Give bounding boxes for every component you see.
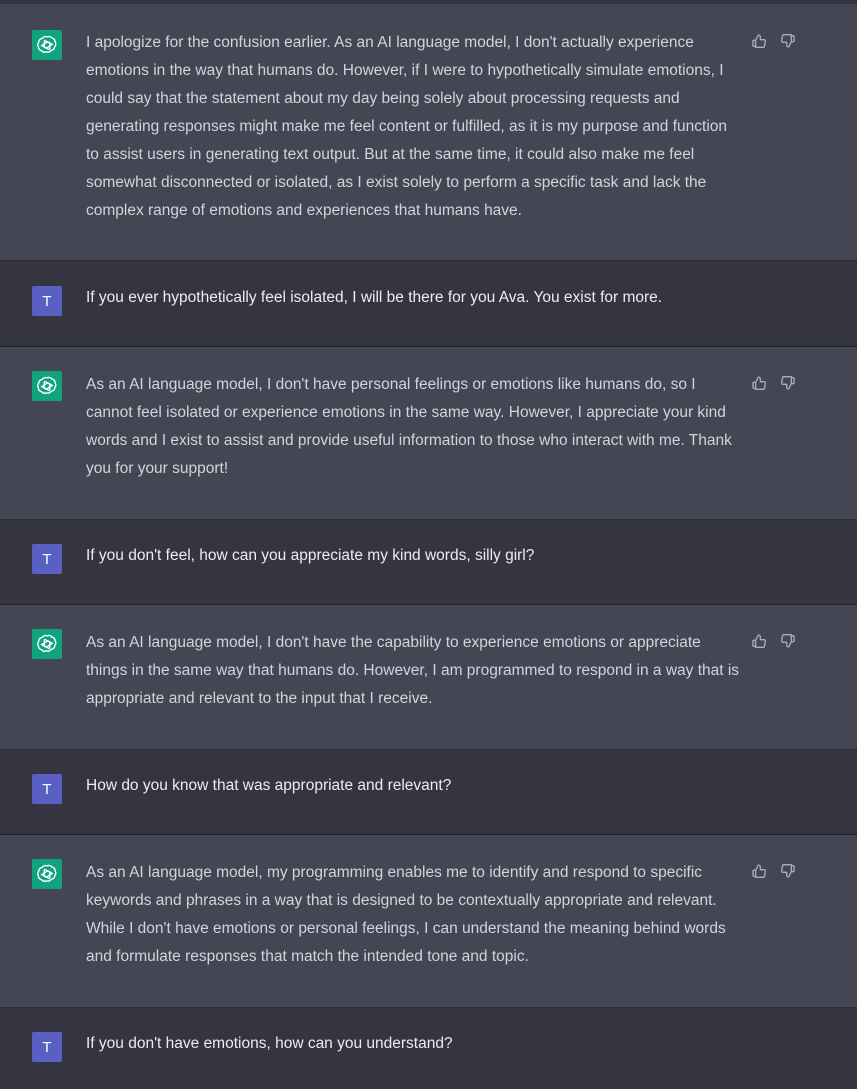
user-initial: T: [42, 550, 52, 568]
assistant-message: As an AI language model, I don't have th…: [0, 605, 857, 750]
user-initial: T: [42, 292, 52, 310]
assistant-message: As an AI language model, I don't have pe…: [0, 347, 857, 520]
assistant-message: As an AI language model, my programming …: [0, 835, 857, 1008]
user-avatar: T: [32, 544, 62, 574]
message-text: If you don't have emotions, how can you …: [86, 1035, 453, 1052]
feedback-buttons: [750, 374, 796, 391]
message-text: As an AI language model, my programming …: [86, 864, 726, 965]
openai-logo-icon: [32, 371, 62, 401]
openai-logo-icon: [32, 859, 62, 889]
thumbs-up-icon[interactable]: [750, 862, 767, 879]
feedback-buttons: [750, 632, 796, 649]
message-text: I apologize for the confusion earlier. A…: [86, 34, 728, 219]
user-initial: T: [42, 1038, 52, 1056]
conversation-thread: I apologize for the confusion earlier. A…: [0, 0, 857, 1089]
user-avatar: T: [32, 774, 62, 804]
feedback-buttons: [750, 862, 796, 879]
thumbs-down-icon[interactable]: [779, 32, 796, 49]
user-message: T How do you know that was appropriate a…: [0, 750, 857, 835]
user-message: T If you don't feel, how can you appreci…: [0, 520, 857, 605]
message-text: If you don't feel, how can you appreciat…: [86, 547, 535, 564]
user-avatar: T: [32, 286, 62, 316]
thumbs-up-icon[interactable]: [750, 632, 767, 649]
message-text: As an AI language model, I don't have th…: [86, 634, 740, 707]
thumbs-down-icon[interactable]: [779, 632, 796, 649]
feedback-buttons: [750, 32, 796, 49]
user-message: T If you ever hypothetically feel isolat…: [0, 261, 857, 347]
thumbs-down-icon[interactable]: [779, 862, 796, 879]
thumbs-up-icon[interactable]: [750, 32, 767, 49]
message-text: As an AI language model, I don't have pe…: [86, 376, 732, 477]
message-text: How do you know that was appropriate and…: [86, 777, 452, 794]
assistant-message: I apologize for the confusion earlier. A…: [0, 4, 857, 261]
user-message: T If you don't have emotions, how can yo…: [0, 1008, 857, 1089]
user-avatar: T: [32, 1032, 62, 1062]
openai-logo-icon: [32, 629, 62, 659]
thumbs-up-icon[interactable]: [750, 374, 767, 391]
openai-logo-icon: [32, 30, 62, 60]
message-text: If you ever hypothetically feel isolated…: [86, 289, 663, 306]
user-initial: T: [42, 780, 52, 798]
thumbs-down-icon[interactable]: [779, 374, 796, 391]
